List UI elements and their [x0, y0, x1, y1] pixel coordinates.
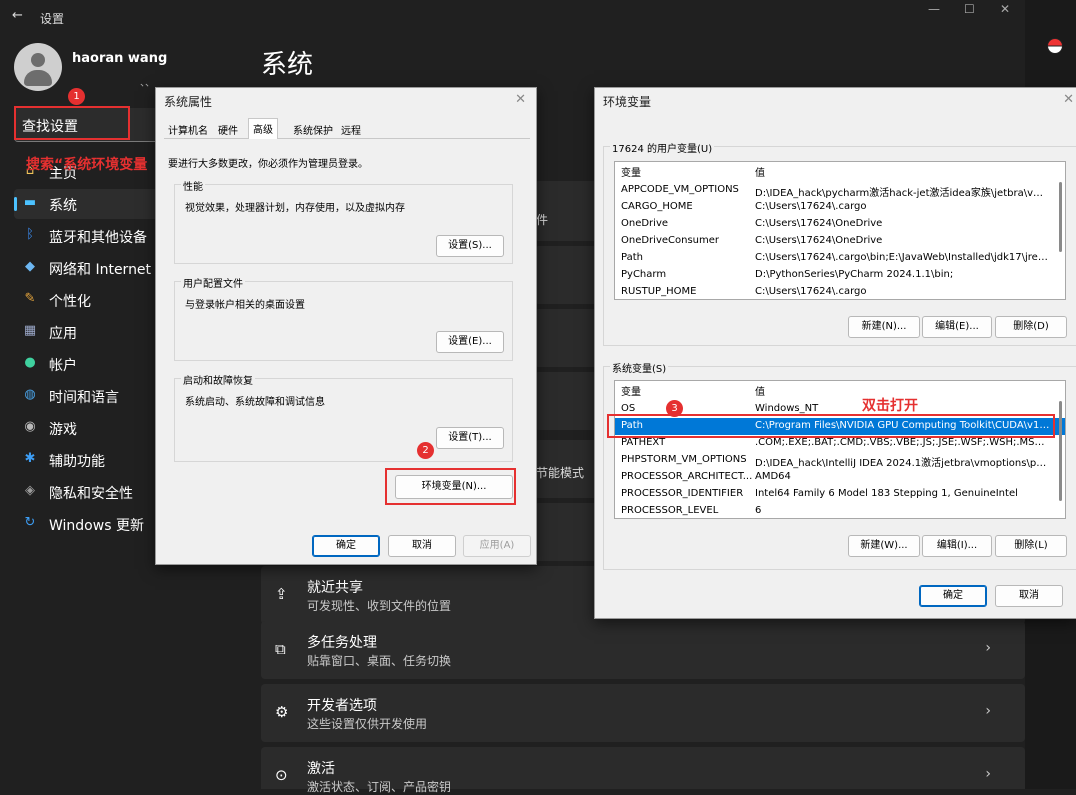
title-bar: ← 设置 — ☐ ✕ [0, 0, 1025, 34]
table-row[interactable]: PyCharm D:\PythonSeries\PyCharm 2024.1.1\… [615, 267, 1065, 284]
close-icon[interactable]: ✕ [515, 92, 526, 107]
bluetooth-icon: ᛒ [26, 227, 34, 242]
accessibility-icon: ✱ [24, 451, 36, 466]
group-startup-recovery: 启动和故障恢复 系统启动、系统故障和调试信息 设置(T)... [174, 372, 513, 462]
annotation-double-click-hint: 双击打开 [862, 398, 918, 414]
profile-settings-button[interactable]: 设置(E)... [436, 331, 504, 353]
ok-button[interactable]: 确定 [312, 535, 380, 557]
table-row[interactable]: APPCODE_VM_OPTIONS D:\IDEA_hack\pycharm激活… [615, 182, 1065, 199]
group-user-profiles: 用户配置文件 与登录帐户相关的桌面设置 设置(E)... [174, 275, 513, 361]
system-variables-table[interactable]: 变量 值 OS Windows_NT Path C:\Program Files\N… [614, 380, 1066, 519]
page-title: 系统 [261, 50, 314, 80]
multitask-icon: ⧉ [275, 640, 286, 658]
annotation-box-env-button [385, 468, 516, 505]
table-row[interactable]: PROCESSOR_IDENTIFIER Intel64 Family 6 Mod… [615, 486, 1065, 503]
settings-card-multitasking[interactable]: ⧉ 多任务处理 贴靠窗口、桌面、任务切换 › [261, 621, 1025, 679]
environment-variables-dialog: 环境变量 ✕ 17624 的用户变量(U) 变量 值 APPCODE_VM_OP… [594, 87, 1076, 619]
scrollbar[interactable] [1059, 182, 1062, 252]
system-new-button[interactable]: 新建(W)... [848, 535, 920, 557]
startup-settings-button[interactable]: 设置(T)... [436, 427, 504, 449]
tab-advanced[interactable]: 高级 [248, 118, 278, 139]
user-delete-button[interactable]: 删除(D) [995, 316, 1067, 338]
minimize-button[interactable]: — [928, 2, 940, 16]
table-row[interactable]: PROCESSOR_ARCHITECT... AMD64 [615, 469, 1065, 486]
table-row[interactable]: RUSTUP_HOME C:\Users\17624\.cargo [615, 284, 1065, 299]
annotation-step-1: 1 [68, 88, 85, 105]
wifi-icon: ◆ [25, 259, 35, 274]
system-edit-button[interactable]: 编辑(I)... [922, 535, 992, 557]
chevron-right-icon: › [985, 766, 991, 782]
annotation-search-hint: 搜索“系统环境变量 [26, 157, 148, 173]
system-delete-button[interactable]: 删除(L) [995, 535, 1067, 557]
table-row[interactable]: OneDrive C:\Users\17624\OneDrive [615, 216, 1065, 233]
annotation-box-path-row [607, 414, 1055, 438]
account-icon: ● [24, 355, 36, 370]
annotation-box-search [14, 106, 130, 140]
window-title: 设置 [40, 12, 65, 26]
gamepad-icon: ◉ [24, 419, 36, 434]
maximize-button[interactable]: ☐ [964, 2, 975, 16]
activation-icon: ⊙ [275, 766, 288, 784]
cancel-button[interactable]: 取消 [388, 535, 456, 557]
tab-divider [164, 138, 530, 139]
shield-icon: ◈ [25, 483, 35, 498]
settings-card-activation[interactable]: ⊙ 激活 激活状态、订阅、产品密钥 › [261, 747, 1025, 794]
table-header: 变量 值 [621, 387, 765, 398]
close-icon[interactable]: ✕ [1063, 92, 1074, 107]
globe-icon: ◍ [24, 387, 36, 402]
user-variables-table[interactable]: 变量 值 APPCODE_VM_OPTIONS D:\IDEA_hack\pych… [614, 161, 1066, 300]
settings-card-developer[interactable]: ⚙ 开发者选项 这些设置仅供开发使用 › [261, 684, 1025, 742]
back-arrow-icon[interactable]: ← [12, 8, 23, 23]
close-button[interactable]: ✕ [1000, 2, 1010, 16]
user-new-button[interactable]: 新建(N)... [848, 316, 920, 338]
apply-button[interactable]: 应用(A) [463, 535, 531, 557]
annotation-step-2: 2 [417, 442, 434, 459]
table-row[interactable]: CARGO_HOME C:\Users\17624\.cargo [615, 199, 1065, 216]
cancel-button[interactable]: 取消 [995, 585, 1063, 607]
table-row[interactable]: PROCESSOR_LEVEL 6 [615, 503, 1065, 518]
tab-hardware[interactable]: 硬件 [214, 120, 242, 138]
tab-system-protection[interactable]: 系统保护 [289, 120, 337, 138]
table-row[interactable]: Path C:\Users\17624\.cargo\bin;E:\JavaWeb… [615, 250, 1065, 267]
pokeball-icon [1047, 38, 1063, 54]
scrollbar[interactable] [1059, 401, 1062, 501]
chevron-right-icon: › [985, 703, 991, 719]
group-performance: 性能 视觉效果，处理器计划，内存使用，以及虚拟内存 设置(S)... [174, 178, 513, 264]
table-row[interactable]: PHPSTORM_VM_OPTIONS D:\IDEA_hack\IntelliJ… [615, 452, 1065, 469]
table-header: 变量 值 [621, 168, 765, 179]
apps-icon: ▦ [23, 323, 37, 338]
chevron-right-icon: › [985, 640, 991, 656]
annotation-step-3: 3 [666, 400, 683, 417]
brush-icon: ✎ [24, 291, 36, 306]
dialog-title: 环境变量 [603, 95, 652, 109]
user-edit-button[interactable]: 编辑(E)... [922, 316, 992, 338]
dialog-title: 系统属性 [164, 95, 213, 109]
avatar[interactable] [14, 43, 62, 91]
ok-button[interactable]: 确定 [919, 585, 987, 607]
tab-remote[interactable]: 远程 [337, 120, 365, 138]
tab-computer-name[interactable]: 计算机名 [164, 120, 212, 138]
user-subtitle: 、、 [140, 78, 155, 89]
admin-note: 要进行大多数更改，你必须作为管理员登录。 [168, 159, 368, 170]
table-row[interactable]: OneDriveConsumer C:\Users\17624\OneDrive [615, 233, 1065, 250]
system-icon: ▬ [23, 195, 37, 210]
user-name: haoran wang [72, 51, 168, 66]
performance-settings-button[interactable]: 设置(S)... [436, 235, 504, 257]
share-icon: ⇪ [275, 585, 288, 603]
developer-icon: ⚙ [275, 703, 289, 721]
update-icon: ↻ [24, 515, 36, 530]
